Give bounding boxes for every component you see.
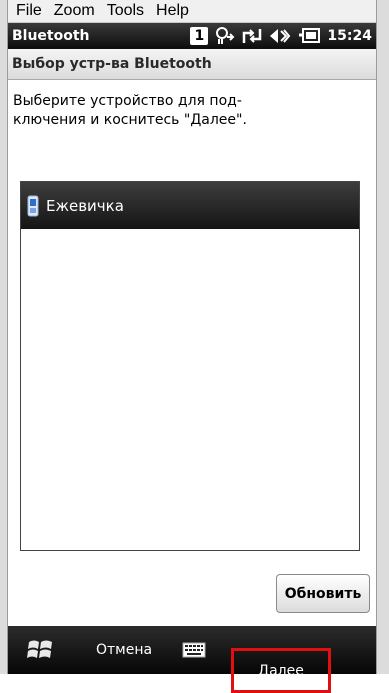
- notification-badge[interactable]: 1: [190, 27, 209, 45]
- signal-icon[interactable]: [215, 27, 235, 45]
- instruction-line-1: Выберите устройство для под-: [13, 93, 242, 109]
- menu-zoom[interactable]: Zoom: [54, 2, 95, 20]
- instruction-line-2: ключения и коснитесь "Далее".: [13, 112, 247, 128]
- menu-help[interactable]: Help: [156, 2, 189, 20]
- menu-bar: File Zoom Tools Help: [8, 0, 376, 23]
- menu-file[interactable]: File: [16, 2, 42, 20]
- windows-start-icon[interactable]: [26, 635, 56, 665]
- window-left-border: [0, 0, 8, 674]
- menu-tools[interactable]: Tools: [107, 2, 144, 20]
- battery-icon[interactable]: [298, 27, 321, 45]
- list-item-device[interactable]: Ежевичка: [21, 182, 359, 229]
- page-title: Выбор устр-ва Bluetooth: [12, 56, 212, 72]
- phone-device-icon: [27, 195, 39, 216]
- window-right-border: [376, 0, 389, 674]
- device-label: Ежевичка: [46, 196, 124, 215]
- device-list[interactable]: Ежевичка: [20, 181, 360, 551]
- instruction-text: Выберите устройство для под- ключения и …: [13, 92, 353, 130]
- sync-icon[interactable]: [242, 27, 262, 45]
- refresh-button[interactable]: Обновить: [276, 574, 370, 613]
- clock[interactable]: 15:24: [327, 28, 372, 44]
- cancel-softkey[interactable]: Отмена: [96, 642, 152, 658]
- next-softkey[interactable]: Далее: [231, 648, 331, 693]
- status-bar: Bluetooth 1 15:24: [8, 23, 376, 49]
- volume-icon[interactable]: [269, 27, 291, 45]
- page-header: Выбор устр-ва Bluetooth: [8, 49, 376, 80]
- keyboard-icon[interactable]: [182, 642, 206, 658]
- app-title: Bluetooth: [12, 28, 90, 44]
